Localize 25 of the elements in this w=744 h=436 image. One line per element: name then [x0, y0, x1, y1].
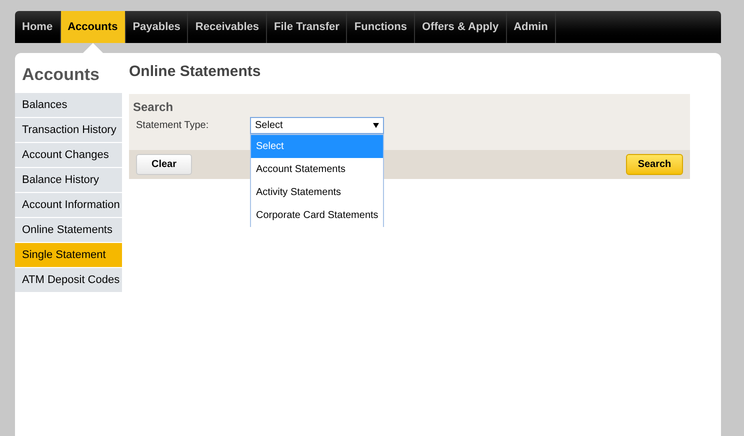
nav-tab[interactable]: Receivables	[188, 11, 267, 43]
dropdown-option[interactable]: Activity Statements	[251, 180, 383, 204]
search-button[interactable]: Search	[626, 154, 683, 175]
sidebar-title: Accounts	[21, 64, 100, 86]
nav-tab[interactable]: Payables	[126, 11, 188, 43]
sidebar-item[interactable]: Online Statements	[15, 218, 122, 242]
nav-tab[interactable]: File Transfer	[267, 11, 348, 43]
clear-button[interactable]: Clear	[136, 154, 192, 175]
nav-tab[interactable]: Offers & Apply	[414, 11, 507, 43]
sidebar-item[interactable]: Account Changes	[15, 143, 122, 167]
dropdown-option[interactable]: Corporate Card Statements	[251, 204, 383, 226]
nav-tab[interactable]: Functions	[347, 11, 415, 43]
page-title: Online Statements	[129, 62, 262, 82]
sidebar-item[interactable]: ATM Deposit Codes	[15, 268, 122, 292]
sidebar-item[interactable]: Single Statement	[15, 243, 122, 267]
nav-tab[interactable]: Accounts	[60, 11, 126, 43]
dropdown-option[interactable]: Account Statements	[251, 158, 383, 180]
nav-tab[interactable]: Admin	[506, 11, 556, 43]
sidebar-item[interactable]: Account Information	[15, 193, 122, 217]
field-label: Statement Type:	[136, 118, 210, 132]
sidebar-item[interactable]: Balance History	[15, 168, 122, 192]
sidebar-item[interactable]: Balances	[15, 93, 122, 117]
search-title: Search	[132, 99, 174, 115]
dropdown-arrow-icon	[373, 122, 379, 128]
sidebar-item[interactable]: Transaction History	[15, 118, 122, 142]
